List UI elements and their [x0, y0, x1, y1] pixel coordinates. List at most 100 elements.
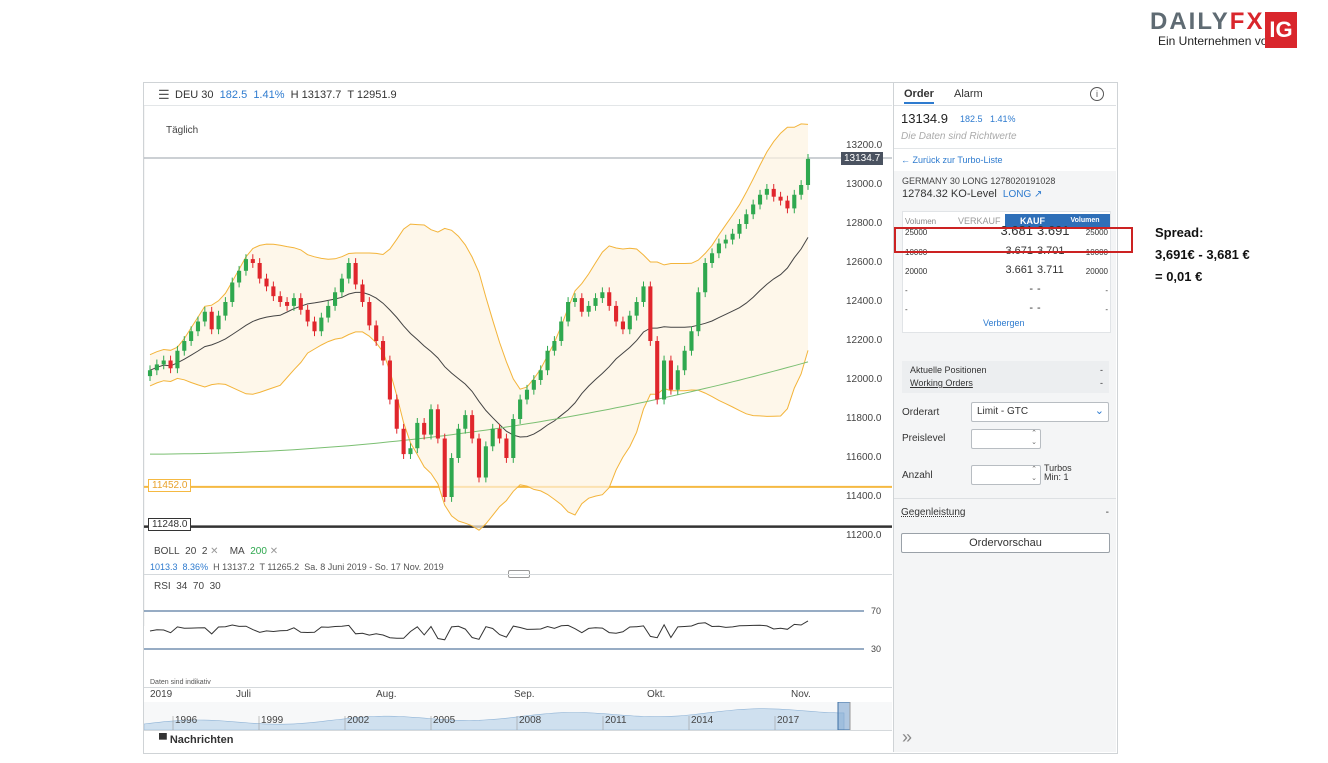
logo-tagline: Ein Unternehmen von: [1158, 34, 1275, 48]
y-tick-label: 13000.0: [846, 179, 883, 190]
quote-ask[interactable]: -: [1037, 283, 1097, 295]
price-summary: 13134.9 182.5 1.41% Die Daten sind Richt…: [894, 106, 1116, 148]
candle-body: [757, 194, 763, 205]
candle-body: [189, 331, 194, 341]
candle-body: [326, 305, 331, 318]
news-button[interactable]: ▀ Nachrichten: [159, 734, 233, 746]
quote-row[interactable]: ----: [903, 300, 1110, 318]
positions-block: Aktuelle Positionen - Working Orders -: [902, 361, 1109, 393]
order-preview-button[interactable]: Ordervorschau: [901, 533, 1110, 553]
candle-body: [394, 399, 399, 429]
candle-body: [600, 292, 605, 299]
stepper-icon[interactable]: ⌃ ⌄: [1031, 465, 1037, 483]
y-tick-label: 11200.0: [846, 530, 882, 541]
quote-ask[interactable]: -: [1037, 302, 1097, 314]
hide-link[interactable]: Verbergen: [983, 318, 1025, 328]
navigator-window-handle: [837, 702, 851, 730]
candle-body: [566, 302, 571, 322]
header-change: 182.5: [219, 89, 248, 101]
hline-lower-tag[interactable]: 11248.0: [148, 518, 192, 531]
chevron-down-icon: ⌄: [1094, 405, 1104, 417]
candle-body: [223, 302, 228, 316]
candle-body: [703, 263, 708, 293]
candle-body: [744, 214, 749, 224]
candle-body: [572, 298, 578, 302]
logo-wordmark: DAILYFX: [1150, 8, 1265, 35]
candle-body: [182, 341, 187, 351]
candle-body: [161, 360, 166, 365]
candle-body: [456, 428, 461, 458]
quote-volume-right: -: [1105, 286, 1108, 295]
quote-bid[interactable]: -: [973, 283, 1033, 295]
order-type-select[interactable]: Limit - GTC ⌄: [971, 402, 1109, 422]
candle-body: [518, 399, 523, 419]
navigator-year: 2017: [777, 715, 800, 726]
candle-body: [353, 263, 358, 285]
candle-body: [175, 350, 180, 369]
quote-volume-left: -: [905, 286, 908, 295]
info-icon[interactable]: i: [1090, 87, 1104, 101]
dailyfx-logo: DAILYFX Ein Unternehmen von IG: [1150, 6, 1300, 48]
quote-row[interactable]: ----: [903, 281, 1110, 299]
y-tick-label: 12800.0: [846, 218, 883, 229]
candle-body: [627, 315, 632, 330]
x-year-label: 2019: [150, 689, 173, 700]
candle-body: [380, 341, 386, 361]
candle-body: [490, 428, 495, 447]
side-change-pct: 1.41%: [990, 114, 1016, 124]
price-level-input[interactable]: ⌃ ⌄: [971, 429, 1041, 449]
quote-bid[interactable]: -: [973, 302, 1033, 314]
header-low: T 12951.9: [347, 89, 397, 101]
candle-body: [614, 305, 619, 322]
candle-body: [257, 263, 262, 279]
navigator-year: 1999: [261, 715, 284, 726]
back-to-turbo-list-link[interactable]: ← Zurück zur Turbo-Liste: [901, 155, 1003, 165]
candle-body: [319, 317, 324, 332]
x-month-label: Nov.: [791, 689, 811, 700]
candle-body: [607, 292, 612, 306]
x-month-label: Sep.: [514, 689, 535, 700]
candle-body: [737, 224, 742, 234]
candle-body: [723, 239, 728, 244]
hline-upper-tag[interactable]: 11452.0: [148, 479, 192, 492]
divider: [144, 730, 892, 731]
tab-order[interactable]: Order: [904, 88, 934, 104]
product-name: GERMANY 30 LONG 1278020191028: [902, 176, 1056, 186]
quote-bid[interactable]: 3.661: [973, 264, 1033, 276]
spread-highlight-box: [894, 227, 1133, 253]
candle-body: [237, 270, 242, 283]
candle-body: [202, 311, 207, 322]
collapse-icon[interactable]: »: [902, 727, 912, 748]
rsi-chart[interactable]: [144, 593, 892, 683]
long-link[interactable]: LONG ↗: [1003, 189, 1043, 200]
candle-body: [271, 286, 276, 297]
menu-icon[interactable]: ☰: [158, 87, 170, 103]
candle-body: [504, 438, 509, 458]
boll-label: BOLL: [154, 546, 180, 557]
candle-body: [168, 360, 173, 369]
instrument-symbol: DEU 30: [175, 89, 214, 101]
y-tick-label: 12200.0: [846, 335, 883, 346]
candle-body: [559, 321, 564, 341]
candle-body: [449, 458, 454, 497]
navigator-year: 2014: [691, 715, 714, 726]
ko-level: 12784.32 KO-Level LONG ↗: [902, 188, 1043, 200]
divider: [144, 687, 892, 688]
candle-body: [531, 380, 536, 390]
quantity-input[interactable]: ⌃ ⌄: [971, 465, 1041, 485]
candle-body: [675, 370, 680, 390]
working-orders-link[interactable]: Working Orders: [910, 378, 973, 388]
candle-body: [524, 389, 530, 400]
side-change: 182.5: [960, 114, 983, 124]
y-tick-label: 12600.0: [846, 257, 883, 268]
candle-body: [415, 422, 420, 449]
quantity-unit: Turbos Min: 1: [1044, 463, 1072, 482]
stepper-icon[interactable]: ⌃ ⌄: [1031, 429, 1037, 447]
quote-volume-left: 20000: [905, 267, 928, 276]
quote-row[interactable]: 20000 3.661 3.711 20000: [903, 262, 1110, 280]
remove-boll-icon[interactable]: ✕: [210, 546, 218, 557]
remove-ma-icon[interactable]: ✕: [270, 546, 278, 557]
tab-alarm[interactable]: Alarm: [954, 88, 983, 100]
positions-link[interactable]: Aktuelle Positionen: [910, 365, 987, 375]
candle-body: [333, 292, 338, 306]
